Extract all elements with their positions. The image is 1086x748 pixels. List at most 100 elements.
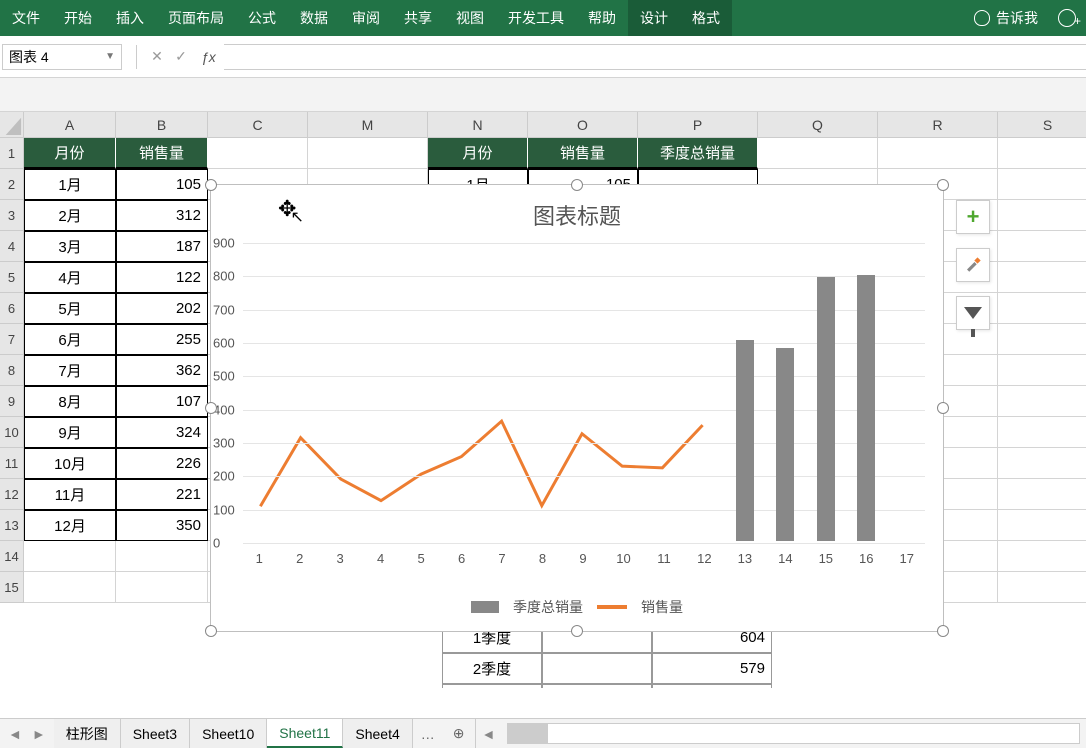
column-header[interactable]: M — [308, 112, 428, 138]
chart-styles-button[interactable] — [956, 248, 990, 282]
tell-me[interactable]: 告诉我 — [964, 0, 1048, 36]
row-header[interactable]: 9 — [0, 386, 24, 417]
ribbon-tab-设计[interactable]: 设计 — [628, 0, 680, 36]
cell[interactable] — [998, 417, 1086, 448]
cell[interactable] — [998, 355, 1086, 386]
worksheet-grid[interactable]: ABCMNOPQRS 123456789101112131415 月份销售量月份… — [0, 112, 1086, 688]
cell[interactable]: 3季度 — [442, 684, 542, 688]
cell[interactable]: 3月 — [24, 231, 116, 262]
ribbon-tab-视图[interactable]: 视图 — [444, 0, 496, 36]
cell[interactable] — [542, 653, 652, 684]
resize-handle[interactable] — [937, 625, 949, 637]
chart-object[interactable]: 图表标题 0100200300400500600700800900 123456… — [210, 184, 944, 632]
cell[interactable] — [998, 510, 1086, 541]
chart-elements-button[interactable]: + — [956, 200, 990, 234]
row-header[interactable]: 5 — [0, 262, 24, 293]
column-header[interactable]: S — [998, 112, 1086, 138]
cell[interactable] — [998, 386, 1086, 417]
cell[interactable] — [758, 138, 878, 169]
tab-prev-button[interactable]: ◄ — [8, 726, 22, 742]
cell[interactable]: 350 — [116, 510, 208, 541]
column-header[interactable]: B — [116, 112, 208, 138]
cell[interactable] — [998, 572, 1086, 603]
tab-overflow[interactable]: … — [413, 719, 443, 748]
row-header[interactable]: 14 — [0, 541, 24, 572]
column-header[interactable]: P — [638, 112, 758, 138]
chart-bar[interactable] — [857, 275, 875, 541]
resize-handle[interactable] — [205, 179, 217, 191]
cell[interactable] — [116, 541, 208, 572]
horizontal-scrollbar[interactable] — [507, 723, 1080, 744]
cell[interactable] — [878, 138, 998, 169]
cell[interactable]: 10月 — [24, 448, 116, 479]
cell[interactable] — [998, 138, 1086, 169]
cell[interactable]: 107 — [116, 386, 208, 417]
cell[interactable]: 579 — [652, 653, 772, 684]
cell[interactable]: 221 — [116, 479, 208, 510]
ribbon-tab-格式[interactable]: 格式 — [680, 0, 732, 36]
row-header[interactable]: 4 — [0, 231, 24, 262]
ribbon-tab-开始[interactable]: 开始 — [52, 0, 104, 36]
row-header[interactable]: 7 — [0, 324, 24, 355]
formula-cancel-button[interactable]: ✕ — [145, 45, 169, 69]
row-header[interactable]: 2 — [0, 169, 24, 200]
cell[interactable]: 6月 — [24, 324, 116, 355]
cell[interactable]: 8月 — [24, 386, 116, 417]
column-header[interactable]: A — [24, 112, 116, 138]
ribbon-tab-开发工具[interactable]: 开发工具 — [496, 0, 576, 36]
add-sheet-button[interactable]: ⊕ — [443, 719, 475, 748]
scrollbar-thumb[interactable] — [508, 724, 548, 743]
cell[interactable] — [542, 684, 652, 688]
chart-legend[interactable]: 季度总销量 销售量 — [211, 597, 943, 617]
resize-handle[interactable] — [571, 179, 583, 191]
cell[interactable] — [208, 138, 308, 169]
row-header[interactable]: 11 — [0, 448, 24, 479]
ribbon-tab-页面布局[interactable]: 页面布局 — [156, 0, 236, 36]
cell[interactable]: 187 — [116, 231, 208, 262]
cell[interactable] — [998, 293, 1086, 324]
cell[interactable]: 4月 — [24, 262, 116, 293]
tab-next-button[interactable]: ► — [32, 726, 46, 742]
select-all-corner[interactable] — [0, 112, 24, 138]
cell[interactable] — [308, 138, 428, 169]
cell[interactable]: 312 — [116, 200, 208, 231]
sheet-tab[interactable]: Sheet4 — [343, 719, 412, 748]
name-box[interactable]: 图表 4 ▼ — [2, 44, 122, 70]
cell[interactable] — [998, 169, 1086, 200]
cell[interactable]: 5月 — [24, 293, 116, 324]
cell[interactable]: 7月 — [24, 355, 116, 386]
row-header[interactable]: 1 — [0, 138, 24, 169]
ribbon-tab-公式[interactable]: 公式 — [236, 0, 288, 36]
cell[interactable] — [116, 572, 208, 603]
resize-handle[interactable] — [937, 402, 949, 414]
chart-filter-button[interactable] — [956, 296, 990, 330]
column-header[interactable]: R — [878, 112, 998, 138]
ribbon-tab-文件[interactable]: 文件 — [0, 0, 52, 36]
cell[interactable]: 月份 — [24, 138, 116, 169]
chart-bar[interactable] — [776, 348, 794, 541]
cell[interactable]: 季度总销量 — [638, 138, 758, 169]
fx-icon[interactable]: ƒx — [201, 49, 216, 65]
row-header[interactable]: 8 — [0, 355, 24, 386]
resize-handle[interactable] — [205, 625, 217, 637]
sheet-tab[interactable]: Sheet11 — [267, 719, 343, 748]
cell[interactable]: 362 — [116, 355, 208, 386]
cell[interactable]: 105 — [116, 169, 208, 200]
chevron-down-icon[interactable]: ▼ — [105, 51, 115, 62]
row-header[interactable]: 3 — [0, 200, 24, 231]
cell[interactable]: 12月 — [24, 510, 116, 541]
chart-bar[interactable] — [736, 340, 754, 541]
ribbon-tab-帮助[interactable]: 帮助 — [576, 0, 628, 36]
formula-input[interactable] — [224, 44, 1086, 70]
cell[interactable]: 324 — [116, 417, 208, 448]
cell[interactable] — [998, 231, 1086, 262]
cell[interactable]: 9月 — [24, 417, 116, 448]
row-header[interactable]: 13 — [0, 510, 24, 541]
cell[interactable] — [998, 262, 1086, 293]
column-header[interactable]: Q — [758, 112, 878, 138]
resize-handle[interactable] — [937, 179, 949, 191]
share-user-button[interactable] — [1048, 0, 1086, 36]
row-header[interactable]: 15 — [0, 572, 24, 603]
column-header[interactable]: N — [428, 112, 528, 138]
cell[interactable] — [24, 572, 116, 603]
